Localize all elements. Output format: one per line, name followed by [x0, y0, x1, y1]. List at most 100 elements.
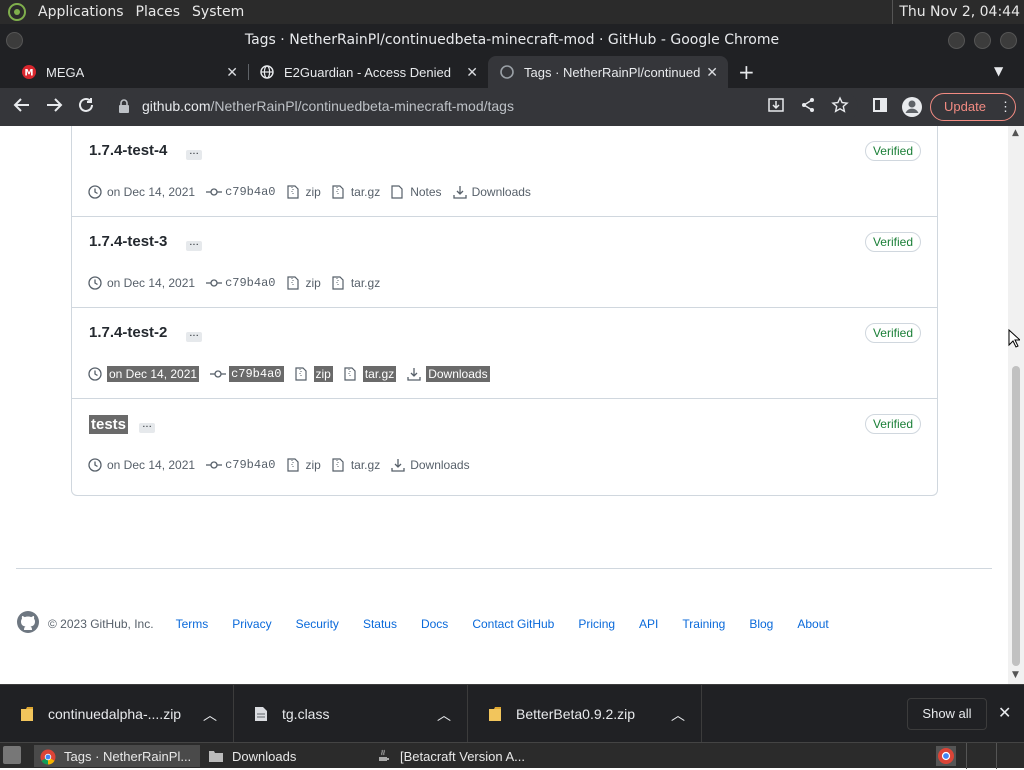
scroll-down-icon[interactable]: ▼: [1012, 670, 1019, 680]
tab-e2guardian[interactable]: E2Guardian - Access Denied ✕: [248, 56, 488, 88]
scroll-up-icon[interactable]: ▲: [1012, 128, 1019, 138]
targz-link[interactable]: tar.gz: [344, 366, 397, 382]
github-logo-icon[interactable]: [16, 610, 40, 637]
new-tab-icon[interactable]: +: [738, 60, 755, 84]
footer-link-status[interactable]: Status: [363, 617, 397, 631]
downloads-link[interactable]: Downloads: [407, 366, 490, 382]
task-downloads[interactable]: Downloads: [202, 745, 368, 767]
footer-link-privacy[interactable]: Privacy: [232, 617, 271, 631]
maximize-button[interactable]: [974, 32, 991, 49]
task-label: Downloads: [232, 748, 297, 764]
lock-icon[interactable]: [118, 99, 130, 118]
ellipsis-button[interactable]: ...: [186, 238, 202, 251]
downloads-link[interactable]: Downloads: [452, 185, 531, 199]
commit-link[interactable]: c79b4a0: [210, 366, 284, 382]
url-text[interactable]: github.com/NetherRainPl/continuedbeta-mi…: [142, 98, 514, 114]
chevron-up-icon[interactable]: ︿: [671, 705, 685, 725]
window-menu-button[interactable]: [6, 32, 23, 49]
commit-link[interactable]: c79b4a0: [206, 276, 276, 290]
download-filename: BetterBeta0.9.2.zip: [516, 706, 636, 722]
verified-badge[interactable]: Verified: [864, 141, 921, 161]
scroll-thumb[interactable]: [1012, 366, 1020, 666]
download-item[interactable]: BetterBeta0.9.2.zip ︿: [468, 685, 702, 743]
profile-avatar-icon[interactable]: [901, 96, 923, 118]
menu-applications[interactable]: Applications: [32, 0, 130, 24]
back-icon[interactable]: [11, 96, 33, 118]
reload-icon[interactable]: [75, 96, 97, 118]
zip-link[interactable]: zip: [286, 458, 321, 472]
tag-name-link[interactable]: tests: [89, 415, 129, 434]
forward-icon[interactable]: [43, 96, 65, 118]
targz-link[interactable]: tar.gz: [332, 458, 380, 472]
menu-places[interactable]: Places: [130, 0, 187, 24]
show-all-button[interactable]: Show all: [907, 698, 987, 730]
download-item[interactable]: continuedalpha-....zip ︿: [0, 685, 234, 743]
update-button[interactable]: Update ⋮: [930, 93, 1016, 121]
footer-link-pricing[interactable]: Pricing: [578, 617, 615, 631]
globe-icon: [260, 65, 274, 79]
close-tab-icon[interactable]: ✕: [706, 64, 718, 81]
page-footer: © 2023 GitHub, Inc. Terms Privacy Securi…: [16, 610, 853, 637]
side-panel-icon[interactable]: [869, 96, 891, 118]
ellipsis-button[interactable]: ...: [186, 329, 202, 342]
tag-name-link[interactable]: 1.7.4-test-3: [89, 233, 167, 250]
chevron-up-icon[interactable]: ︿: [437, 705, 451, 725]
commit-link[interactable]: c79b4a0: [206, 185, 276, 199]
tab-search-chevron-icon[interactable]: ▼: [994, 64, 1003, 78]
footer-link-training[interactable]: Training: [682, 617, 725, 631]
footer-link-security[interactable]: Security: [296, 617, 339, 631]
task-betacraft[interactable]: [Betacraft Version A...: [370, 745, 540, 767]
commit-icon: [206, 458, 223, 472]
targz-link[interactable]: tar.gz: [332, 276, 380, 290]
tag-name-link[interactable]: 1.7.4-test-4: [89, 142, 167, 159]
footer-link-api[interactable]: API: [639, 617, 658, 631]
task-chrome[interactable]: Tags · NetherRainPl...: [34, 745, 200, 767]
file-zip-icon: [344, 367, 358, 381]
close-tab-icon[interactable]: ✕: [466, 64, 478, 81]
zip-link[interactable]: zip: [294, 366, 333, 382]
share-icon[interactable]: [797, 96, 819, 118]
tab-mega[interactable]: M MEGA ✕: [8, 56, 248, 88]
verified-badge[interactable]: Verified: [864, 414, 921, 434]
download-item[interactable]: tg.class ︿: [234, 685, 468, 743]
footer-link-about[interactable]: About: [797, 617, 828, 631]
tag-date: on Dec 14, 2021: [88, 185, 195, 199]
tag-name-link[interactable]: 1.7.4-test-2: [89, 324, 167, 341]
ellipsis-button[interactable]: ...: [139, 420, 155, 433]
close-tab-icon[interactable]: ✕: [226, 64, 238, 81]
footer-link-contact[interactable]: Contact GitHub: [472, 617, 554, 631]
verified-badge[interactable]: Verified: [864, 232, 921, 252]
close-icon[interactable]: ✕: [998, 703, 1011, 722]
date-text: on Dec 14, 2021: [107, 458, 196, 472]
tab-github-tags[interactable]: Tags · NetherRainPl/continued ✕: [488, 56, 728, 88]
menu-system[interactable]: System: [186, 0, 250, 24]
chrome-tray-icon[interactable]: [936, 746, 956, 770]
footer-link-blog[interactable]: Blog: [749, 617, 773, 631]
file-zip-icon: [294, 367, 309, 381]
page-scrollbar[interactable]: ▲ ▼: [1008, 126, 1024, 684]
gnome-logo-icon[interactable]: [8, 3, 26, 21]
ellipsis-button[interactable]: ...: [186, 147, 202, 160]
show-desktop-icon[interactable]: [3, 746, 21, 764]
mouse-cursor-icon: [1008, 328, 1022, 352]
close-window-button[interactable]: [1000, 32, 1017, 49]
file-zip-icon: [286, 185, 301, 199]
panel-clock[interactable]: Thu Nov 2, 04:44: [892, 0, 1020, 24]
downloads-link[interactable]: Downloads: [391, 458, 470, 472]
zip-link[interactable]: zip: [286, 185, 321, 199]
notes-link[interactable]: Notes: [391, 185, 442, 199]
install-icon[interactable]: [765, 96, 787, 118]
minimize-button[interactable]: [948, 32, 965, 49]
targz-link[interactable]: tar.gz: [332, 185, 380, 199]
mega-icon: M: [22, 65, 36, 79]
zip-link[interactable]: zip: [286, 276, 321, 290]
footer-link-docs[interactable]: Docs: [421, 617, 448, 631]
url-path: /NetherRainPl/continuedbeta-minecraft-mo…: [210, 98, 514, 114]
chevron-up-icon[interactable]: ︿: [203, 705, 217, 725]
zip-file-icon: [20, 706, 34, 722]
tab-label: Tags · NetherRainPl/continued: [524, 64, 700, 80]
verified-badge[interactable]: Verified: [864, 323, 921, 343]
bookmark-star-icon[interactable]: [829, 96, 851, 118]
footer-link-terms[interactable]: Terms: [176, 617, 209, 631]
commit-link[interactable]: c79b4a0: [206, 458, 276, 472]
